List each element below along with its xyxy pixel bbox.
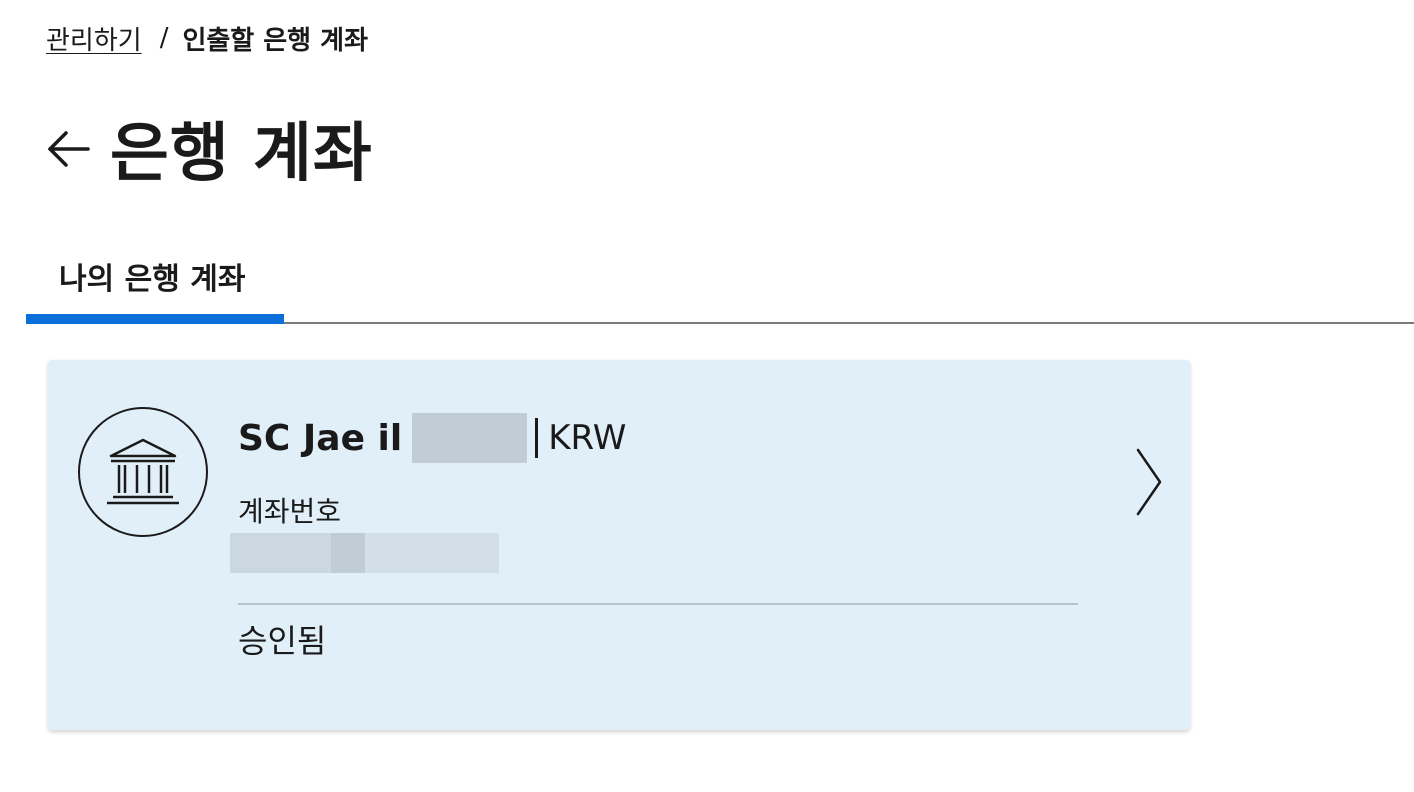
account-status: 승인됨: [238, 622, 327, 660]
name-currency-divider: [535, 418, 539, 458]
tab-label: 나의 은행 계좌: [59, 262, 246, 297]
arrow-left-icon: [48, 131, 90, 167]
account-name: SC Jae il: [238, 417, 403, 459]
tab-my-bank-accounts[interactable]: 나의 은행 계좌: [26, 244, 284, 324]
bank-icon: [78, 407, 208, 537]
active-tab-indicator: [26, 314, 284, 324]
chevron-right-icon[interactable]: [1134, 446, 1164, 518]
page: 관리하기 / 인출할 은행 계좌 은행 계좌 나의 은행 계좌 SC Jae i…: [0, 0, 1414, 792]
card-divider: [238, 603, 1078, 605]
breadcrumb-separator: /: [159, 23, 169, 53]
account-number-label: 계좌번호: [238, 495, 342, 528]
account-name-row: SC Jae il KRW: [238, 412, 626, 464]
redacted-account-number: [230, 533, 499, 573]
tab-bar: 나의 은행 계좌: [26, 244, 1414, 324]
redacted-block: [331, 533, 365, 573]
bank-account-card[interactable]: SC Jae il KRW 계좌번호 승인됨: [48, 360, 1190, 730]
back-button[interactable]: [44, 125, 92, 173]
page-title: 은행 계좌: [110, 117, 373, 191]
breadcrumb: 관리하기 / 인출할 은행 계좌: [46, 20, 368, 56]
title-row: 은행 계좌: [44, 108, 373, 191]
redacted-name: [412, 413, 528, 463]
breadcrumb-current: 인출할 은행 계좌: [182, 25, 368, 56]
account-currency: KRW: [548, 418, 627, 458]
redacted-block: [230, 533, 331, 573]
breadcrumb-link-manage[interactable]: 관리하기: [46, 20, 142, 57]
